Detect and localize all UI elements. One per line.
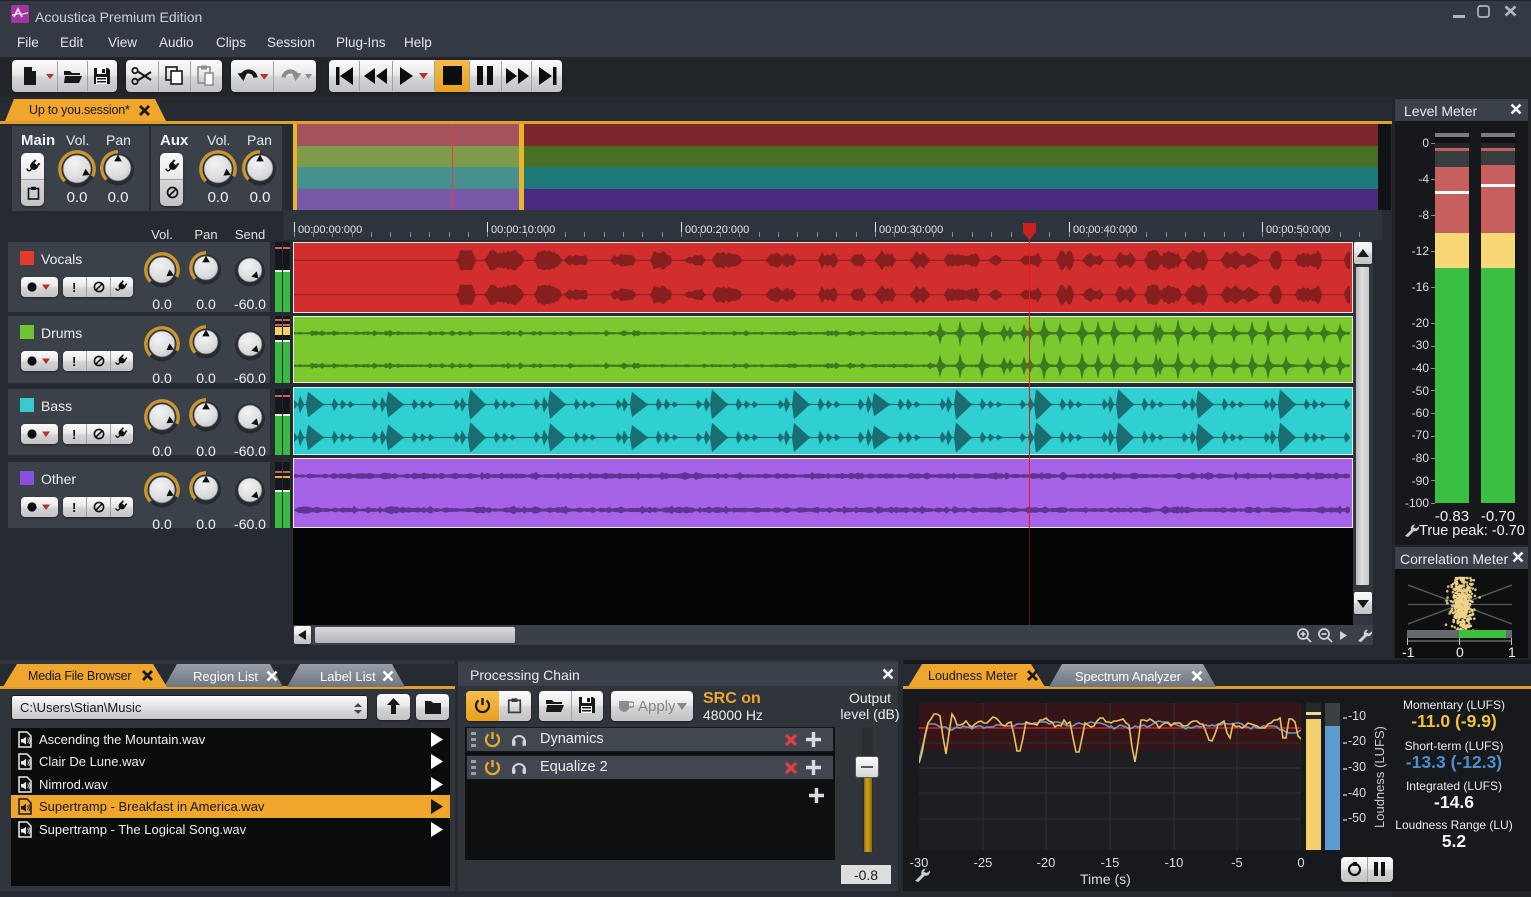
svg-text:Loudness (LUFS): Loudness (LUFS) bbox=[1372, 726, 1387, 828]
